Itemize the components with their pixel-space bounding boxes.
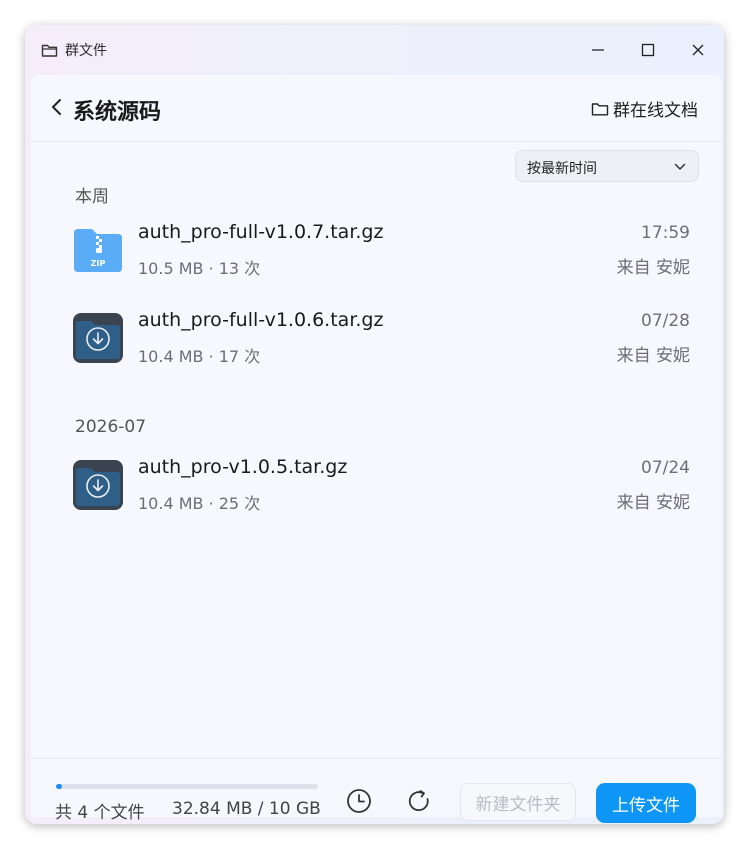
file-count: 共 4 个文件 [55,803,145,823]
history-button[interactable] [344,786,374,816]
sort-label: 按最新时间 [527,161,597,177]
title-bar: 群文件 [25,25,724,75]
group-files-window: 群文件 系统源码 群在线文档 本周 按最新时间 ZIP auth_pro-ful… [25,25,724,824]
file-uploader: 来自 安妮 [616,346,690,366]
maximize-button[interactable] [633,35,663,65]
refresh-icon [408,790,429,811]
footer-bar: 共 4 个文件 32.84 MB / 10 GB 新建文件夹 上传文件 [31,758,722,823]
file-row[interactable]: auth_pro-full-v1.0.6.tar.gz 10.4 MB · 17… [31,297,722,381]
file-meta: 10.5 MB · 13 次 [138,259,261,278]
refresh-button[interactable] [404,786,434,816]
chevron-down-icon [674,163,686,170]
section-label-this-week: 本周 [75,187,109,207]
close-button[interactable] [683,35,713,65]
new-folder-button[interactable]: 新建文件夹 [460,783,576,821]
folder-icon [591,102,609,115]
folder-header: 系统源码 群在线文档 [31,75,722,142]
file-time: 07/24 [641,458,690,478]
download-file-icon [73,460,123,510]
file-uploader: 来自 安妮 [616,493,690,513]
back-arrow-icon[interactable] [49,95,65,119]
window-title: 群文件 [65,43,107,59]
download-file-icon [73,313,123,363]
file-uploader: 来自 安妮 [616,258,690,278]
file-name: auth_pro-v1.0.5.tar.gz [138,456,348,478]
storage-progress-bar [56,784,318,789]
close-icon [692,44,704,56]
minimize-button[interactable] [583,35,613,65]
upload-file-button[interactable]: 上传文件 [596,783,696,823]
file-meta: 10.4 MB · 25 次 [138,494,261,513]
zip-file-icon: ZIP [74,229,122,272]
svg-text:ZIP: ZIP [91,259,106,268]
clock-icon [347,789,371,813]
storage-progress-fill [56,784,63,789]
file-row[interactable]: ZIP auth_pro-full-v1.0.7.tar.gz 10.5 MB … [31,209,722,293]
folder-open-icon [41,44,58,57]
file-time: 17:59 [641,223,690,243]
file-meta: 10.4 MB · 17 次 [138,347,261,366]
file-name: auth_pro-full-v1.0.6.tar.gz [138,309,384,331]
section-label-month: 2026-07 [75,417,147,437]
maximize-icon [641,43,655,57]
file-name: auth_pro-full-v1.0.7.tar.gz [138,221,384,243]
file-row[interactable]: auth_pro-v1.0.5.tar.gz 10.4 MB · 25 次 07… [31,444,722,528]
page-title: 系统源码 [73,100,162,125]
online-docs-button[interactable]: 群在线文档 [591,96,698,121]
online-docs-label: 群在线文档 [613,101,698,121]
minimize-icon [592,49,604,51]
storage-usage: 32.84 MB / 10 GB [172,799,321,819]
sort-dropdown[interactable]: 按最新时间 [515,150,699,182]
file-time: 07/28 [641,311,690,331]
content-panel: 系统源码 群在线文档 本周 按最新时间 ZIP auth_pro-full-v1… [31,75,722,823]
